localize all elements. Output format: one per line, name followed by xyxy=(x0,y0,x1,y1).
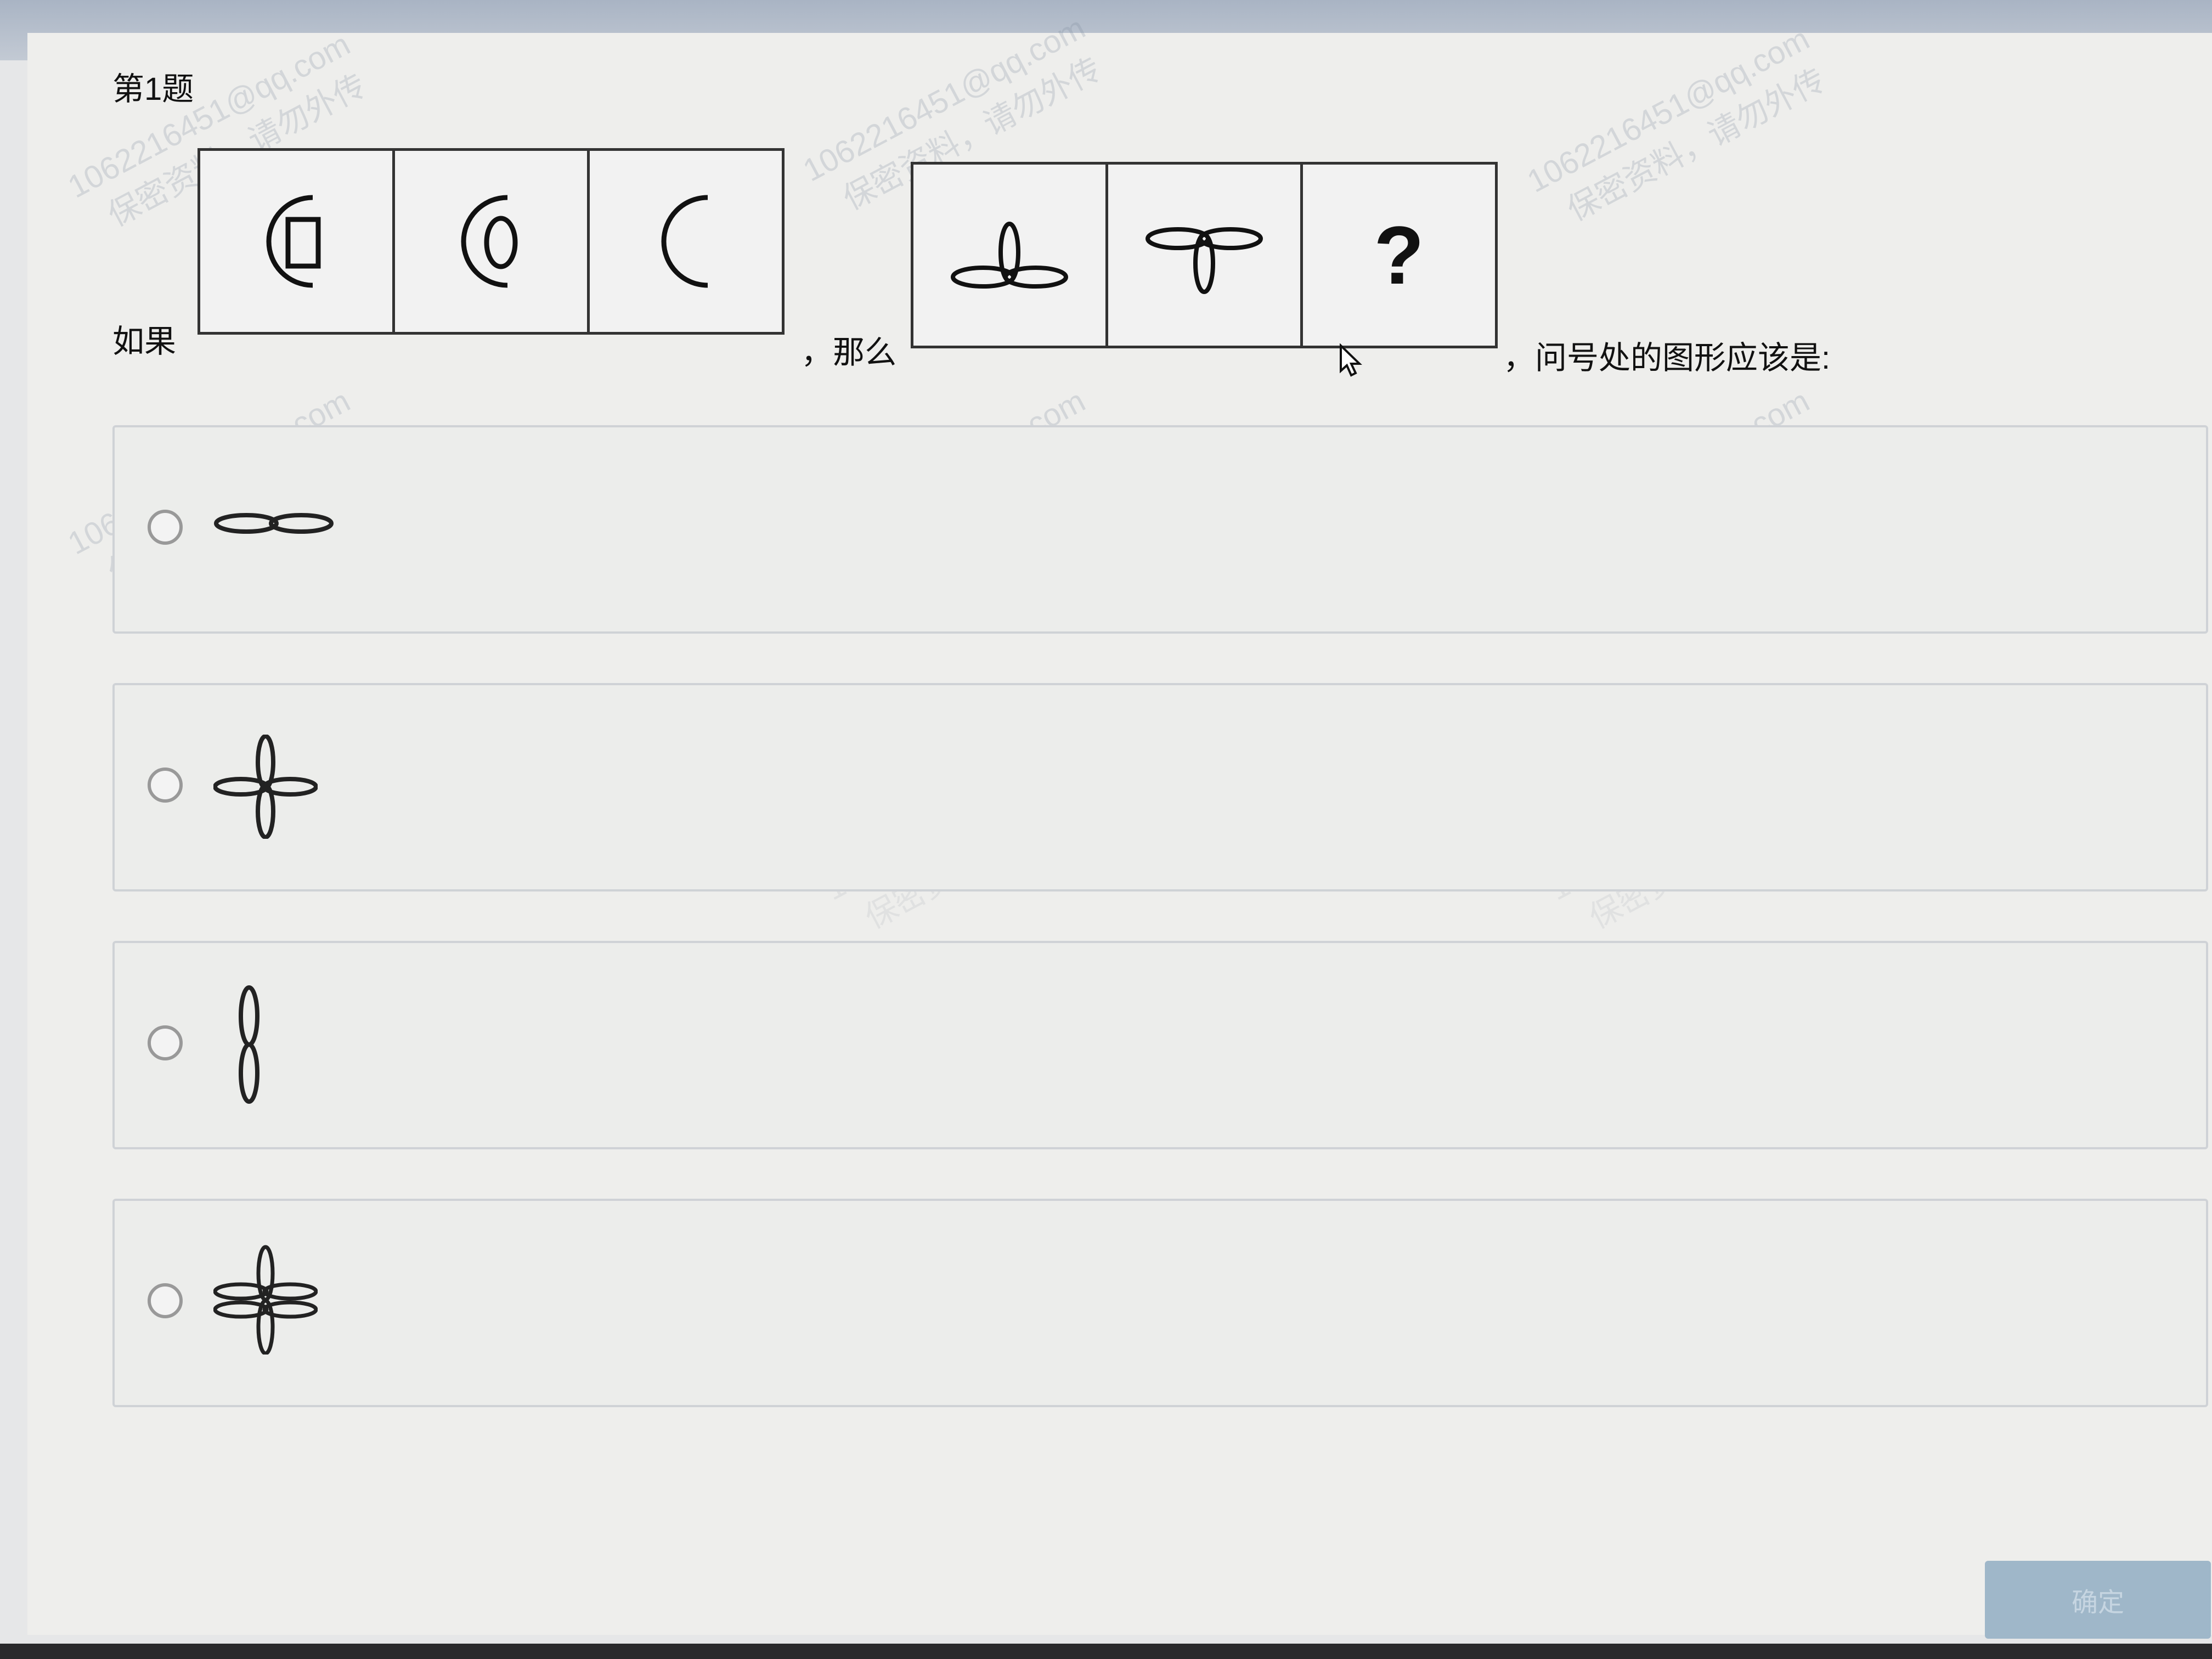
sequence-cell xyxy=(913,165,1108,346)
option-radio[interactable] xyxy=(148,510,183,545)
arc-with-ellipse-icon xyxy=(461,195,518,288)
lead-text-then: ，那么 xyxy=(801,335,897,370)
option-c[interactable] xyxy=(112,941,2208,1149)
option-radio[interactable] xyxy=(148,1283,183,1318)
confirm-button[interactable]: 确定 xyxy=(1985,1561,2211,1639)
sequence-cell: ? xyxy=(1303,165,1495,346)
sequence-cell xyxy=(1108,165,1303,346)
option-radio[interactable] xyxy=(148,768,183,803)
sequence-cell xyxy=(395,151,590,332)
option-d[interactable] xyxy=(112,1199,2208,1407)
question-mark: ? xyxy=(1374,208,1424,301)
horizontal-two-petal-icon xyxy=(214,513,334,534)
option-a[interactable] xyxy=(112,425,2208,634)
three-petal-up-icon xyxy=(951,222,1068,289)
exam-page: 1062216451@qq.com保密资料，请勿外传 1062216451@qq… xyxy=(27,10,2212,1639)
sequence-given xyxy=(198,148,785,335)
lead-text-ask: ，问号处的图形应该是: xyxy=(1503,340,1831,376)
arc-icon xyxy=(661,195,708,288)
screen: 1062216451@qq.com保密资料，请勿外传 1062216451@qq… xyxy=(0,0,2212,1659)
three-petal-down-icon xyxy=(1146,227,1263,294)
six-petal-flower-icon xyxy=(213,1245,318,1355)
option-b[interactable] xyxy=(112,683,2208,891)
bottom-edge xyxy=(0,1644,2212,1659)
question-number: 第1题 xyxy=(112,71,194,107)
vertical-two-petal-icon xyxy=(239,985,259,1104)
lead-text-if: 如果 xyxy=(112,324,177,359)
four-petal-cross-icon xyxy=(213,735,318,839)
sequence-cell xyxy=(200,151,395,332)
mouse-cursor-icon xyxy=(1340,343,1362,377)
watermark: 1062216451@qq.com保密资料，请勿外传 xyxy=(1521,20,1831,228)
arc-with-rectangle-icon xyxy=(266,195,321,288)
sequence-cell xyxy=(590,151,782,332)
sequence-target: ? xyxy=(911,162,1498,348)
option-radio[interactable] xyxy=(148,1025,183,1060)
